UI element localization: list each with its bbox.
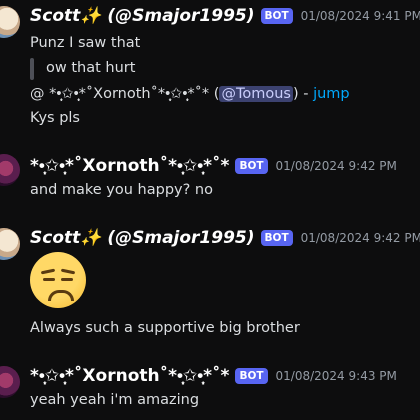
message-header: Scott✨ (@Smajor1995) BOT 01/08/2024 9:41… xyxy=(30,6,420,26)
username[interactable]: *•̩̩͙✩•̩̩͙*˚Xornoth˚*•̩̩͙✩•̩̩͙*˚* xyxy=(30,156,229,176)
bot-badge: BOT xyxy=(260,230,293,246)
avatar[interactable] xyxy=(0,154,20,186)
bot-badge: BOT xyxy=(260,8,293,24)
reply-prefix: @ *•̩̩͙✩•̩̩͙*˚Xornoth˚*•̩̩͙✩•̩̩͙*˚* ( xyxy=(30,86,220,102)
reply-suffix: ) - xyxy=(292,86,314,102)
avatar[interactable] xyxy=(0,228,20,260)
message-header: *•̩̩͙✩•̩̩͙*˚Xornoth˚*•̩̩͙✩•̩̩͙*˚* BOT 01… xyxy=(30,366,397,386)
timestamp[interactable]: 01/08/2024 9:41 PM xyxy=(301,9,420,23)
unamused-face-icon xyxy=(30,252,86,308)
timestamp[interactable]: 01/08/2024 9:43 PM xyxy=(276,369,397,383)
quote-text: ow that hurt xyxy=(46,60,136,76)
bot-badge: BOT xyxy=(235,368,268,384)
avatar[interactable] xyxy=(0,6,20,38)
mention-tomous[interactable]: @Tomous xyxy=(219,86,293,102)
reply-line: @ *•̩̩͙✩•̩̩͙*˚Xornoth˚*•̩̩͙✩•̩̩͙*˚* (@To… xyxy=(30,86,350,102)
username[interactable]: *•̩̩͙✩•̩̩͙*˚Xornoth˚*•̩̩͙✩•̩̩͙*˚* xyxy=(30,366,229,386)
message-header: Scott✨ (@Smajor1995) BOT 01/08/2024 9:42… xyxy=(30,228,420,248)
quote-bar xyxy=(30,58,34,80)
message-text: and make you happy? no xyxy=(30,182,213,198)
message-text: Punz I saw that xyxy=(30,35,141,51)
username[interactable]: Scott✨ (@Smajor1995) xyxy=(30,6,255,26)
jump-link[interactable]: jump xyxy=(313,86,350,102)
timestamp[interactable]: 01/08/2024 9:42 PM xyxy=(276,159,397,173)
avatar[interactable] xyxy=(0,366,20,398)
timestamp[interactable]: 01/08/2024 9:42 PM xyxy=(301,231,420,245)
message-header: *•̩̩͙✩•̩̩͙*˚Xornoth˚*•̩̩͙✩•̩̩͙*˚* BOT 01… xyxy=(30,156,397,176)
message-text: Kys pls xyxy=(30,110,80,126)
message-text: yeah yeah i'm amazing xyxy=(30,392,200,408)
username[interactable]: Scott✨ (@Smajor1995) xyxy=(30,228,255,248)
bot-badge: BOT xyxy=(235,158,268,174)
message-text: Always such a supportive big brother xyxy=(30,320,300,336)
